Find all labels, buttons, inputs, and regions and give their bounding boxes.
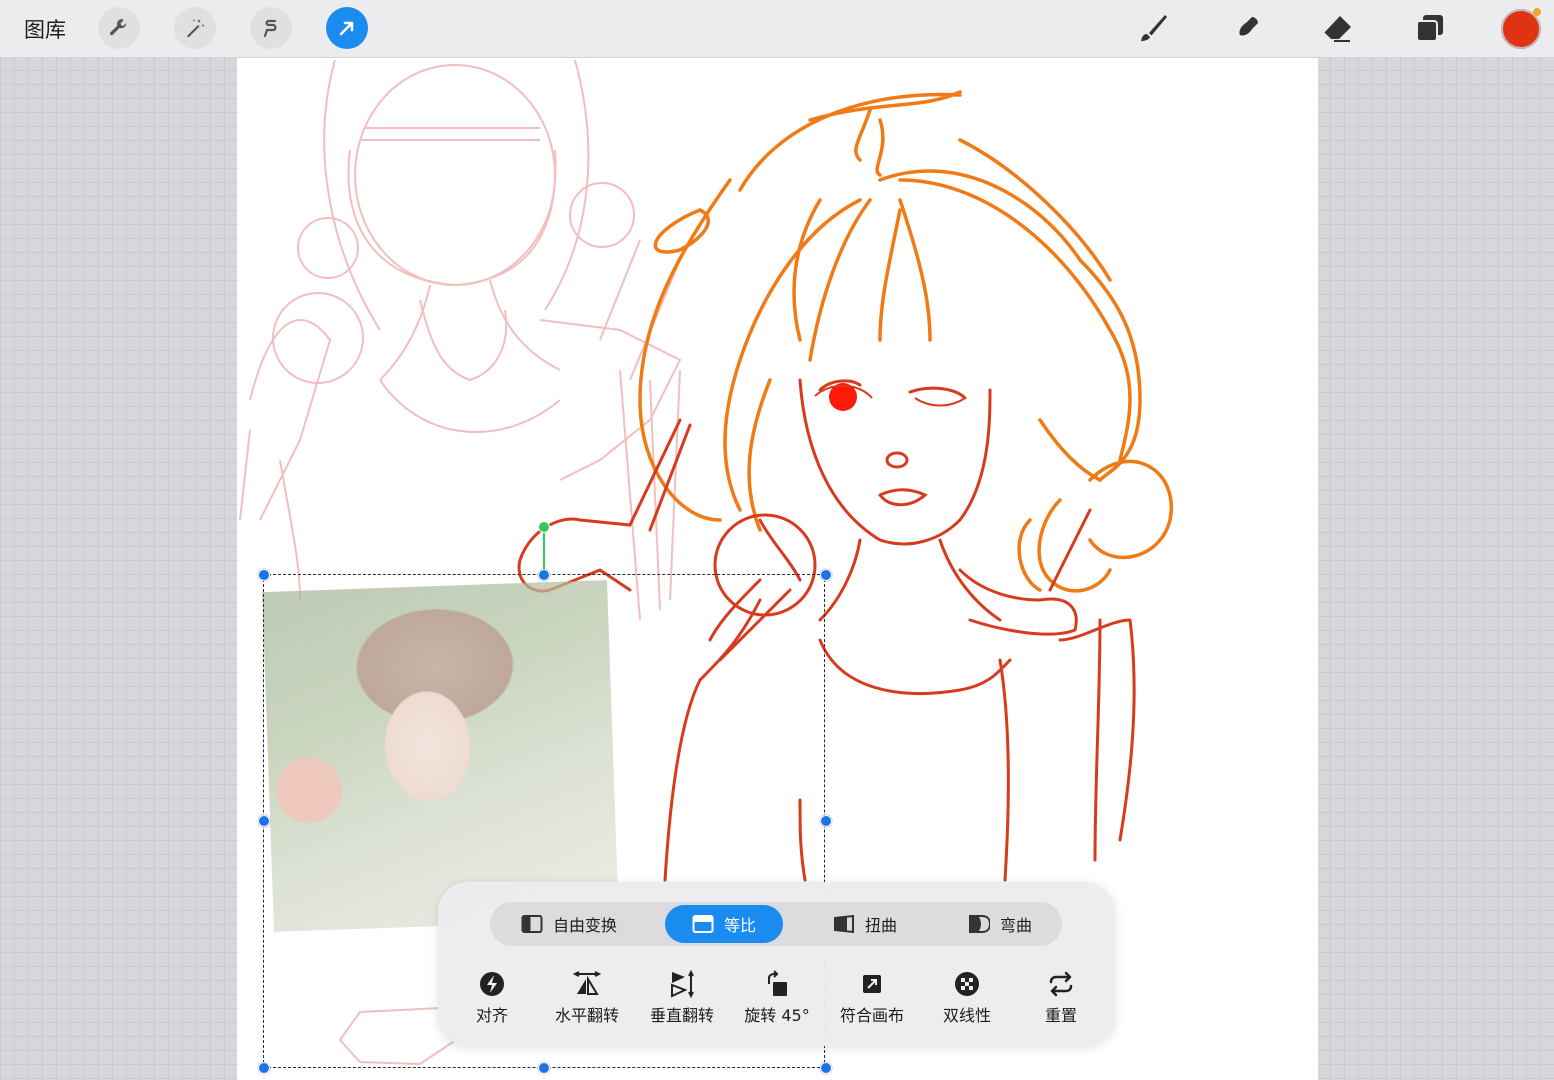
rotate-45-button[interactable]: 旋转 45° — [732, 970, 822, 1026]
mode-distort[interactable]: 扭曲 — [810, 905, 920, 943]
flip-vertical-button[interactable]: 垂直翻转 — [637, 970, 727, 1026]
reset-icon — [1049, 971, 1073, 997]
snap-label: 对齐 — [475, 1006, 508, 1025]
color-indicator-dot — [1533, 8, 1541, 16]
smudge-icon[interactable] — [1227, 10, 1265, 48]
mode-uniform-label: 等比 — [723, 916, 756, 935]
transform-panel: 自由变换 等比 扭曲 弯曲 对齐 水平翻转 垂直翻转 旋转 45° 符合画布 双… — [438, 882, 1115, 1046]
magic-wand-icon[interactable] — [174, 7, 216, 49]
eraser-icon[interactable] — [1319, 10, 1357, 48]
layers-icon[interactable] — [1411, 10, 1449, 48]
transform-mode-selector: 自由变换 等比 扭曲 弯曲 — [490, 902, 1062, 946]
snap-button[interactable]: 对齐 — [447, 970, 537, 1026]
flip-horizontal-label: 水平翻转 — [554, 1006, 619, 1025]
flip-vertical-label: 垂直翻转 — [649, 1006, 714, 1025]
bilinear-button[interactable]: 双线性 — [922, 970, 1012, 1026]
selection-s-icon[interactable] — [250, 7, 292, 49]
mode-distort-label: 扭曲 — [864, 916, 897, 935]
mode-warp[interactable]: 弯曲 — [945, 905, 1055, 943]
flip-horizontal-button[interactable]: 水平翻转 — [542, 970, 632, 1026]
brush-icon[interactable] — [1134, 10, 1172, 48]
freeform-icon — [521, 915, 543, 933]
distort-icon — [833, 914, 854, 934]
mode-warp-label: 弯曲 — [999, 916, 1032, 935]
reset-label: 重置 — [1044, 1006, 1077, 1025]
rotate-45-icon — [768, 970, 787, 996]
uniform-icon — [692, 915, 714, 933]
flip-vertical-icon — [671, 970, 694, 998]
fit-to-canvas-button[interactable]: 符合画布 — [827, 970, 917, 1026]
snap-icon — [480, 972, 504, 996]
handle-top-left[interactable] — [258, 569, 270, 581]
bilinear-label: 双线性 — [942, 1006, 991, 1025]
wrench-icon[interactable] — [98, 7, 140, 49]
handle-middle-left[interactable] — [258, 815, 270, 827]
handle-bottom-right[interactable] — [820, 1062, 832, 1074]
fit-to-canvas-label: 符合画布 — [839, 1006, 904, 1025]
transform-arrow-icon[interactable] — [326, 7, 368, 49]
handle-top-middle[interactable] — [538, 569, 550, 581]
top-toolbar: 图库 — [0, 0, 1554, 58]
warp-icon — [968, 915, 990, 933]
handle-bottom-middle[interactable] — [538, 1062, 550, 1074]
hair-layer — [638, 90, 1174, 593]
fit-to-canvas-icon — [863, 975, 881, 993]
handle-top-right[interactable] — [820, 569, 832, 581]
rotation-handle[interactable] — [538, 521, 550, 533]
rotation-guide — [543, 528, 545, 574]
mode-freeform-label: 自由变换 — [552, 916, 617, 935]
mode-uniform[interactable]: 等比 — [665, 905, 783, 943]
reset-button[interactable]: 重置 — [1016, 970, 1106, 1026]
bilinear-icon — [955, 972, 979, 996]
handle-bottom-left[interactable] — [258, 1062, 270, 1074]
gallery-button[interactable]: 图库 — [24, 14, 66, 44]
handle-middle-right[interactable] — [820, 815, 832, 827]
flip-horizontal-icon — [573, 971, 601, 995]
mode-freeform[interactable]: 自由变换 — [504, 905, 634, 943]
rotate-45-label: 旋转 45° — [744, 1006, 810, 1025]
